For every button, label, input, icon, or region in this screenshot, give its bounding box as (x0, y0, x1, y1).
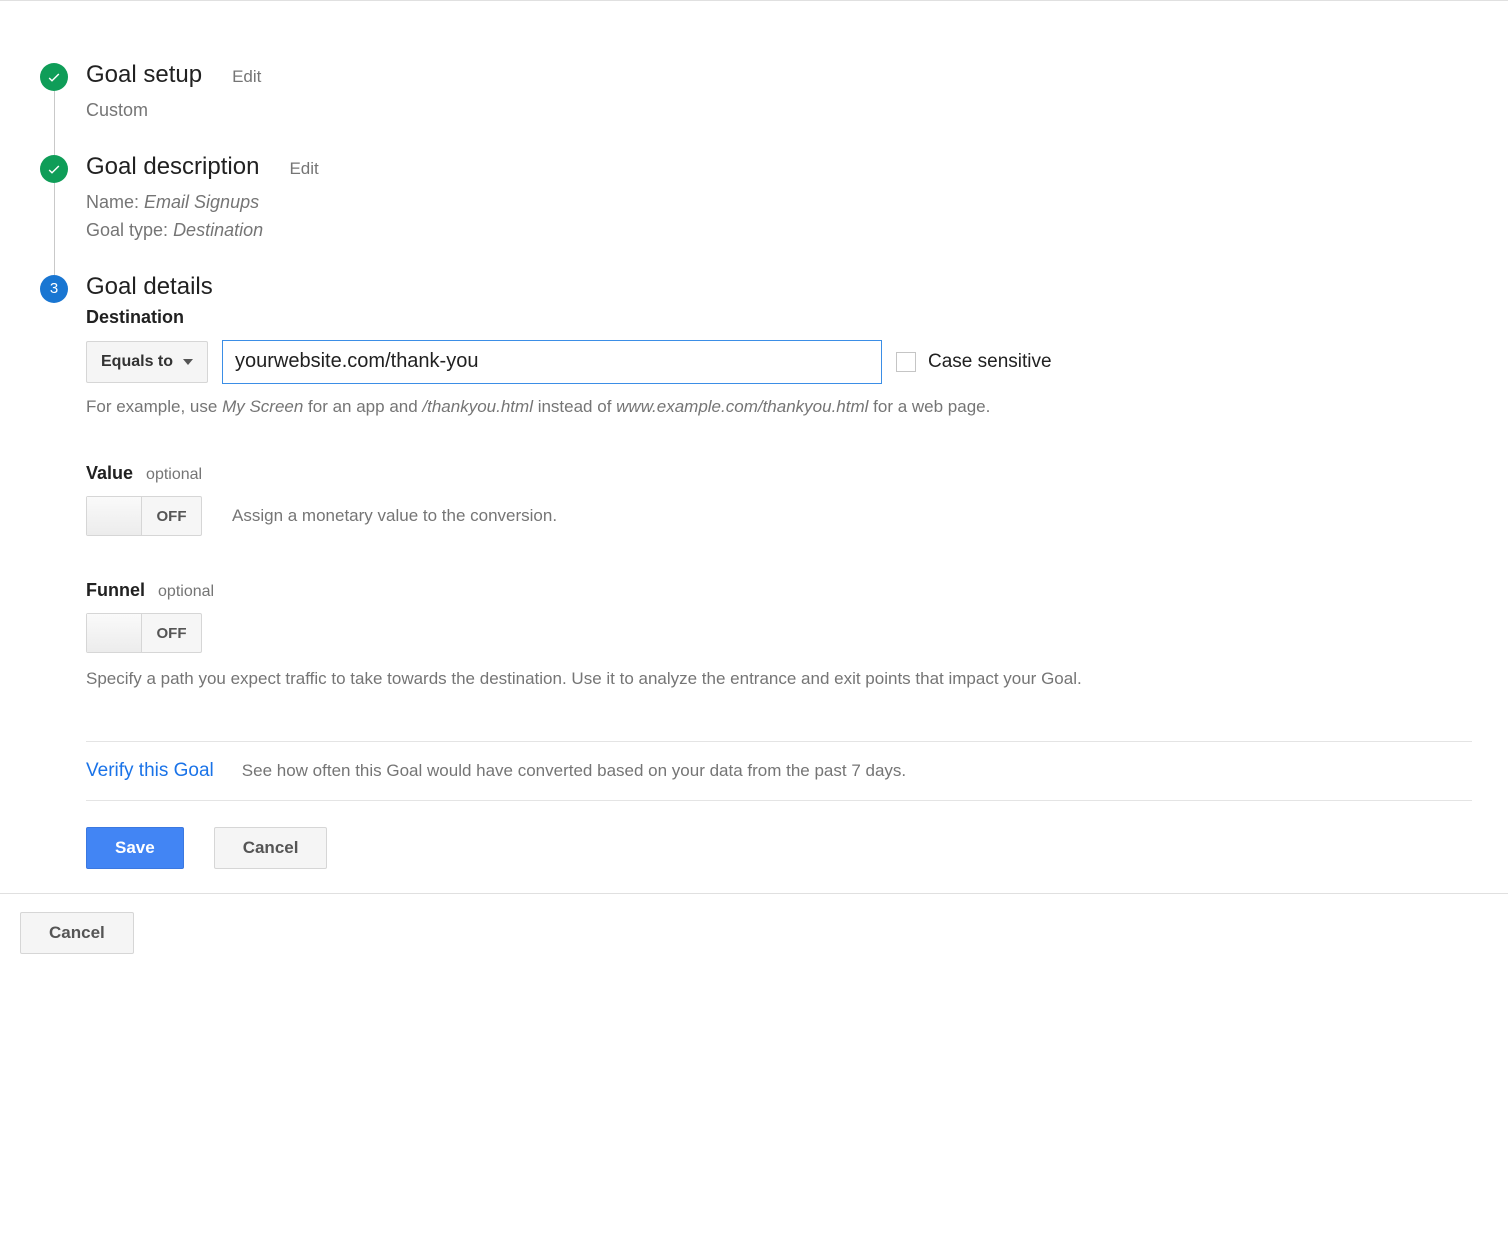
verify-description: See how often this Goal would have conve… (242, 761, 906, 781)
funnel-section: Funnel optional (86, 580, 1472, 601)
step-setup-subtitle: Custom (86, 97, 1472, 125)
goal-type-label: Goal type: (86, 220, 168, 240)
value-description: Assign a monetary value to the conversio… (232, 506, 557, 526)
goal-name-label: Name: (86, 192, 139, 212)
funnel-toggle[interactable]: OFF (86, 613, 202, 653)
verify-goal-link[interactable]: Verify this Goal (86, 760, 214, 782)
value-toggle-label: OFF (142, 497, 201, 535)
step-goal-description: Goal description Edit Name: Email Signup… (86, 153, 1472, 273)
save-button[interactable]: Save (86, 827, 184, 869)
destination-input[interactable] (222, 340, 882, 384)
goal-type-value: Destination (173, 220, 263, 240)
match-type-value: Equals to (101, 353, 173, 371)
check-icon (40, 63, 68, 91)
check-icon (40, 155, 68, 183)
caret-down-icon (183, 359, 193, 365)
case-sensitive-checkbox[interactable]: Case sensitive (896, 351, 1052, 373)
toggle-knob (87, 497, 142, 535)
funnel-description: Specify a path you expect traffic to tak… (86, 665, 1106, 693)
destination-label: Destination (86, 307, 1472, 328)
step-number-badge: 3 (40, 275, 68, 303)
value-toggle[interactable]: OFF (86, 496, 202, 536)
funnel-label: Funnel (86, 580, 145, 600)
outer-cancel-button[interactable]: Cancel (20, 912, 134, 954)
funnel-toggle-label: OFF (142, 614, 201, 652)
step-goal-details: 3 Goal details Destination Equals to (86, 273, 1472, 870)
goal-name-value: Email Signups (144, 192, 259, 212)
destination-help-text: For example, use My Screen for an app an… (86, 394, 1472, 420)
verify-block: Verify this Goal See how often this Goal… (86, 741, 1472, 801)
toggle-knob (87, 614, 142, 652)
cancel-button[interactable]: Cancel (214, 827, 328, 869)
step-setup-title: Goal setup (86, 61, 202, 89)
edit-description-link[interactable]: Edit (289, 159, 318, 179)
case-sensitive-label: Case sensitive (928, 351, 1052, 373)
match-type-dropdown[interactable]: Equals to (86, 341, 208, 383)
value-label: Value (86, 463, 133, 483)
step-details-title: Goal details (86, 273, 213, 301)
step-description-title: Goal description (86, 153, 259, 181)
funnel-optional-tag: optional (158, 583, 214, 600)
step-description-subtitle: Name: Email Signups Goal type: Destinati… (86, 189, 1472, 245)
checkbox-icon (896, 352, 916, 372)
value-section: Value optional (86, 463, 1472, 484)
value-optional-tag: optional (146, 466, 202, 483)
step-goal-setup: Goal setup Edit Custom (86, 61, 1472, 153)
edit-setup-link[interactable]: Edit (232, 67, 261, 87)
